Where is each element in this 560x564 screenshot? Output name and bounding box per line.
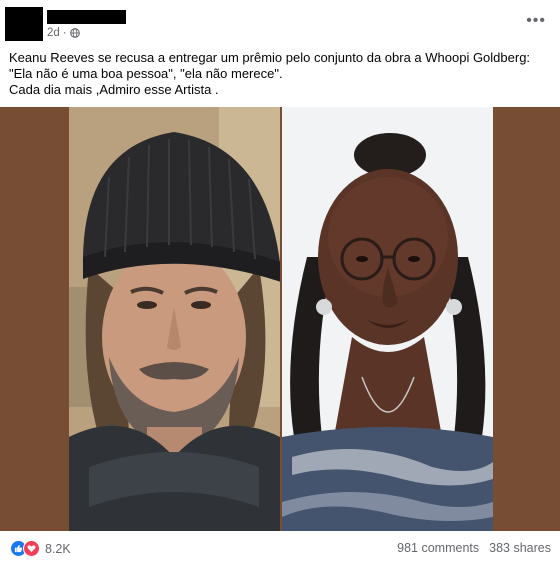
post-footer: 8.2K 981 comments 383 shares — [0, 533, 560, 564]
post-timestamp[interactable]: 2d — [47, 27, 60, 39]
love-icon — [23, 540, 40, 557]
right-portrait-illustration — [282, 107, 493, 531]
separator-dot: · — [62, 27, 67, 39]
right-portrait-photo — [282, 107, 493, 531]
reactions-summary[interactable]: 8.2K — [10, 540, 71, 557]
post-text-line-2: Cada dia mais ,Admiro esse Artista . — [9, 82, 219, 97]
author-name-redacted[interactable] — [47, 10, 126, 24]
post-text: Keanu Reeves se recusa a entregar um prê… — [9, 50, 554, 98]
globe-icon — [69, 28, 80, 38]
engagement-stats: 981 comments 383 shares — [397, 541, 551, 555]
shares-count[interactable]: 383 shares — [489, 541, 551, 555]
post-header: 2d · ••• — [0, 0, 560, 44]
comments-count[interactable]: 981 comments — [397, 541, 479, 555]
author-avatar[interactable] — [5, 7, 43, 41]
more-options-icon[interactable]: ••• — [526, 12, 546, 30]
post-meta: 2d · — [47, 27, 80, 39]
reaction-count: 8.2K — [45, 541, 71, 556]
left-portrait-illustration — [69, 107, 280, 531]
left-portrait-photo — [69, 107, 280, 531]
post-text-line-1: Keanu Reeves se recusa a entregar um prê… — [9, 50, 531, 81]
post-image[interactable] — [0, 107, 560, 531]
